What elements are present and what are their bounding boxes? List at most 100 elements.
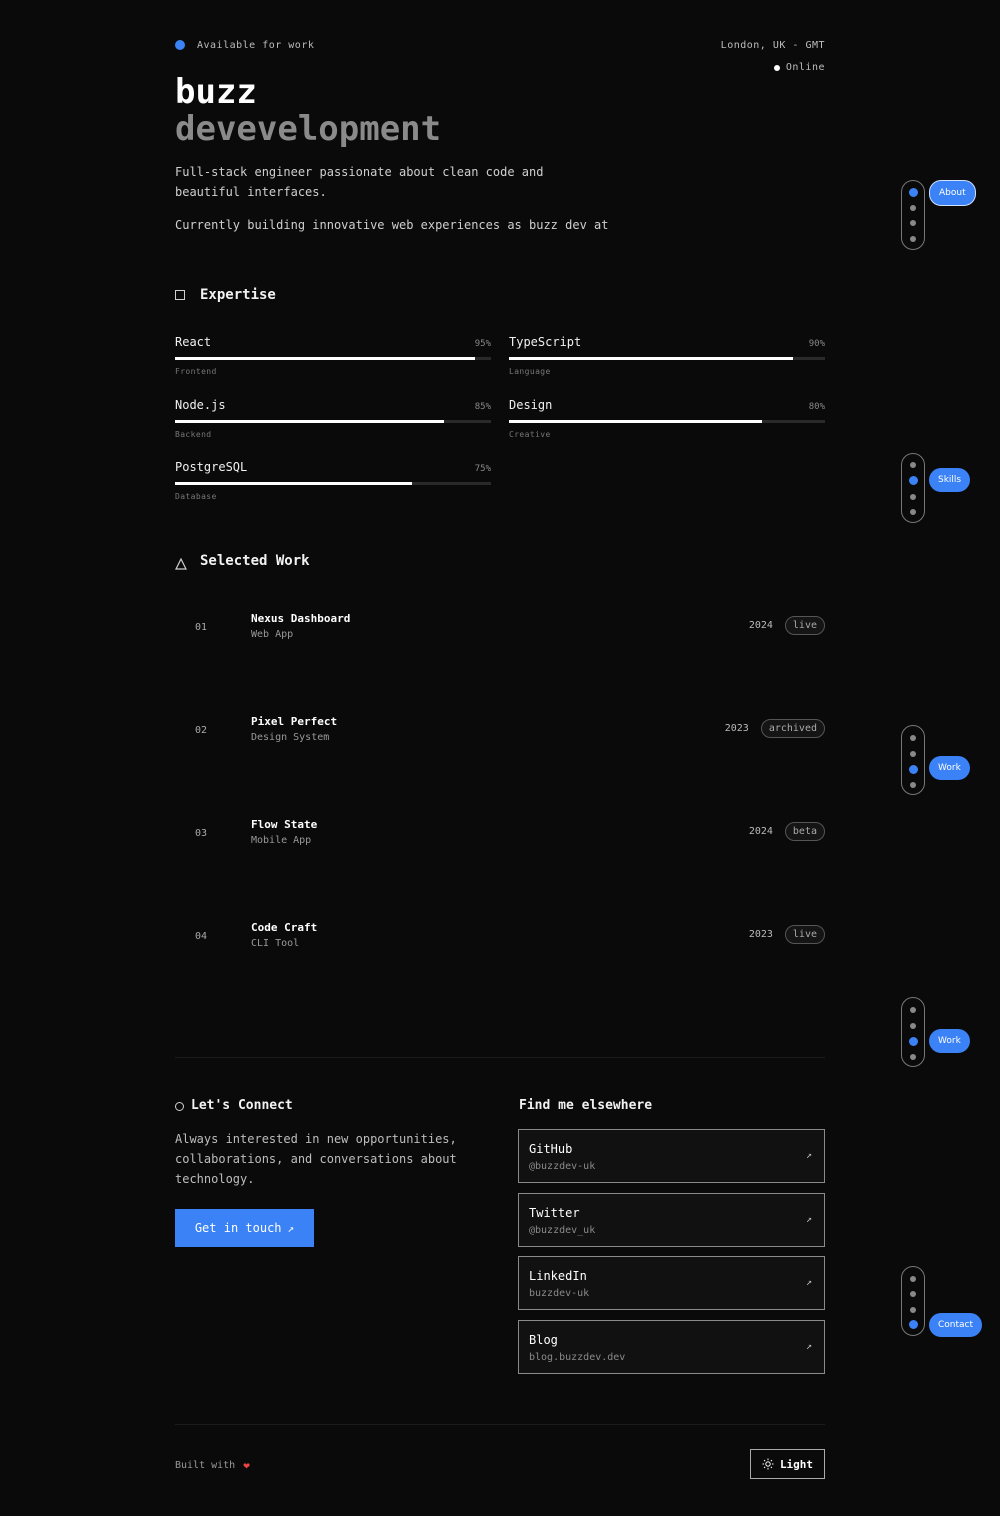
skill-item: PostgreSQL 75% Database xyxy=(175,460,491,501)
link-name: GitHub xyxy=(529,1142,573,1156)
nav-dot[interactable] xyxy=(910,220,916,226)
nav-dot[interactable] xyxy=(909,1320,918,1329)
circle-icon xyxy=(175,1102,184,1111)
social-link-linkedin[interactable]: LinkedIn buzzdev-uk ↗ xyxy=(518,1256,825,1310)
square-icon xyxy=(175,290,185,300)
nav-dot[interactable] xyxy=(910,205,916,211)
skill-progress-fill xyxy=(175,420,444,423)
heart-icon: ❤ xyxy=(243,1459,250,1472)
section-nav-contact[interactable] xyxy=(901,1266,925,1336)
social-link-github[interactable]: GitHub @buzzdev-uk ↗ xyxy=(518,1129,825,1183)
nav-dot[interactable] xyxy=(910,1276,916,1282)
skill-name: TypeScript xyxy=(509,335,582,349)
expertise-heading: Expertise xyxy=(200,287,276,303)
link-handle: @buzzdev_uk xyxy=(529,1225,596,1236)
work-heading: Selected Work xyxy=(200,553,310,569)
section-nav-work[interactable] xyxy=(901,725,925,795)
name-line-2: devevelopment xyxy=(175,109,442,149)
nav-label-contact[interactable]: Contact xyxy=(929,1313,983,1337)
connect-text: Always interested in new opportunities, … xyxy=(175,1132,457,1186)
skill-name: Design xyxy=(509,398,553,412)
nav-dot[interactable] xyxy=(910,509,916,515)
project-type: CLI Tool xyxy=(251,938,300,949)
nav-dot[interactable] xyxy=(910,1307,916,1313)
skill-percent: 80% xyxy=(808,402,825,412)
project-row[interactable]: 03 Flow State Mobile App 2024 beta xyxy=(175,818,825,858)
nav-dot[interactable] xyxy=(910,1023,916,1029)
project-year: 2024 xyxy=(748,826,773,837)
project-year: 2023 xyxy=(724,723,749,734)
project-number: 01 xyxy=(195,622,208,633)
project-row[interactable]: 01 Nexus Dashboard Web App 2024 live xyxy=(175,612,825,652)
nav-dot[interactable] xyxy=(909,188,918,197)
project-type: Web App xyxy=(251,629,294,640)
social-link-twitter[interactable]: Twitter @buzzdev_uk ↗ xyxy=(518,1193,825,1247)
link-handle: blog.buzzdev.dev xyxy=(529,1352,626,1363)
nav-label-skills[interactable]: Skills xyxy=(929,468,971,492)
project-year: 2023 xyxy=(748,929,773,940)
skill-category: Backend xyxy=(175,430,212,439)
current-text: Currently building innovative web experi… xyxy=(175,218,609,232)
project-name[interactable]: Nexus Dashboard xyxy=(251,612,350,625)
skill-progress-fill xyxy=(509,420,762,423)
project-type: Mobile App xyxy=(251,835,312,846)
nav-label-work[interactable]: Work xyxy=(929,756,970,780)
skill-progress-track xyxy=(175,357,491,360)
project-status-badge: live xyxy=(784,925,825,944)
nav-dot[interactable] xyxy=(910,1054,916,1060)
link-name: Twitter xyxy=(529,1206,580,1220)
online-label: Online xyxy=(785,62,825,73)
nav-label-work-2[interactable]: Work xyxy=(929,1029,970,1053)
nav-dot[interactable] xyxy=(910,1291,916,1297)
arrow-up-right-icon: ↗ xyxy=(287,1221,295,1235)
nav-dot[interactable] xyxy=(910,751,916,757)
section-divider xyxy=(175,1057,825,1058)
skill-item: React 95% Frontend xyxy=(175,335,491,376)
skill-category: Database xyxy=(175,492,217,501)
social-link-blog[interactable]: Blog blog.buzzdev.dev ↗ xyxy=(518,1320,825,1374)
project-name[interactable]: Pixel Perfect xyxy=(251,715,337,728)
link-handle: @buzzdev-uk xyxy=(529,1161,596,1172)
project-name[interactable]: Flow State xyxy=(251,818,317,831)
nav-dot[interactable] xyxy=(909,1037,918,1046)
project-type: Design System xyxy=(251,732,330,743)
skill-item: Node.js 85% Backend xyxy=(175,398,491,439)
nav-label-about[interactable]: About xyxy=(929,180,976,206)
nav-dot[interactable] xyxy=(909,765,918,774)
built-with: Built with ❤ xyxy=(175,1459,250,1472)
sun-icon xyxy=(762,1458,774,1470)
skill-percent: 75% xyxy=(474,464,491,474)
nav-dot[interactable] xyxy=(910,236,916,242)
nav-dot[interactable] xyxy=(910,735,916,741)
nav-dot[interactable] xyxy=(910,1007,916,1013)
skill-progress-fill xyxy=(509,357,794,360)
section-nav-work-2[interactable] xyxy=(901,997,925,1067)
project-name[interactable]: Code Craft xyxy=(251,921,317,934)
get-in-touch-label: Get in touch xyxy=(194,1221,282,1235)
theme-toggle-button[interactable]: Light xyxy=(750,1449,825,1479)
elsewhere-heading: Find me elsewhere xyxy=(519,1098,653,1113)
external-link-icon: ↗ xyxy=(805,1277,812,1288)
project-row[interactable]: 02 Pixel Perfect Design System 2023 archived xyxy=(175,715,825,755)
nav-dot[interactable] xyxy=(910,462,916,468)
external-link-icon: ↗ xyxy=(805,1150,812,1161)
nav-dot[interactable] xyxy=(910,494,916,500)
nav-dot[interactable] xyxy=(909,476,918,485)
skill-percent: 90% xyxy=(808,339,825,349)
section-nav-about[interactable] xyxy=(901,180,925,250)
nav-dot[interactable] xyxy=(910,782,916,788)
skill-progress-track xyxy=(509,357,825,360)
project-row[interactable]: 04 Code Craft CLI Tool 2023 live xyxy=(175,921,825,961)
footer-divider xyxy=(175,1424,825,1425)
link-name: Blog xyxy=(529,1333,558,1347)
project-number: 02 xyxy=(195,725,208,736)
built-with-label: Built with xyxy=(175,1460,236,1471)
triangle-icon xyxy=(175,555,187,570)
online-dot xyxy=(773,64,780,71)
section-nav-skills[interactable] xyxy=(901,453,925,523)
get-in-touch-button[interactable]: Get in touch ↗ xyxy=(175,1209,314,1247)
project-number: 04 xyxy=(195,931,208,942)
online-status: Online xyxy=(773,62,825,73)
skill-name: PostgreSQL xyxy=(175,460,248,474)
skill-category: Language xyxy=(509,367,551,376)
